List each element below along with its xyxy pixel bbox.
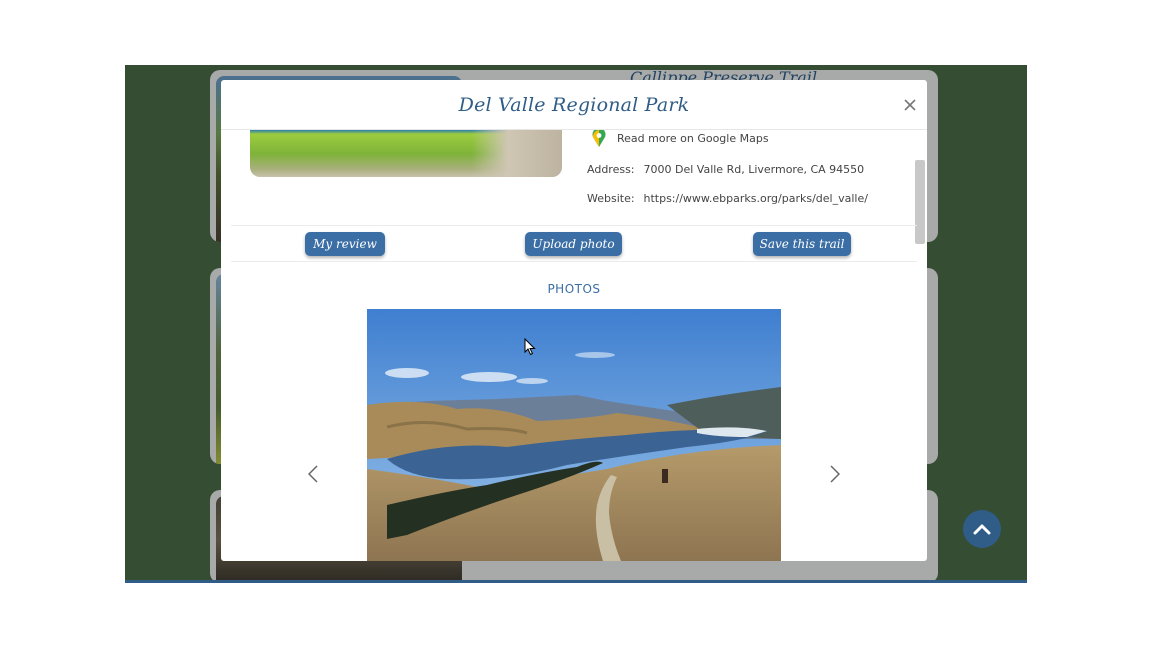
chevron-right-icon bbox=[830, 465, 840, 483]
close-icon bbox=[904, 99, 916, 111]
carousel-prev-button[interactable] bbox=[305, 464, 321, 484]
google-maps-link-text[interactable]: Read more on Google Maps bbox=[617, 132, 769, 145]
divider bbox=[231, 225, 917, 226]
page-bottom-bar bbox=[125, 580, 1027, 583]
photos-heading: PHOTOS bbox=[547, 282, 601, 296]
website-link[interactable]: https://www.ebparks.org/parks/del_valle/ bbox=[644, 192, 868, 205]
google-maps-link[interactable]: Read more on Google Maps bbox=[591, 130, 769, 148]
my-review-button[interactable]: My review bbox=[305, 232, 385, 256]
modal-title: Del Valle Regional Park bbox=[458, 93, 690, 116]
google-maps-pin-icon bbox=[592, 130, 606, 147]
park-photo[interactable] bbox=[367, 309, 781, 561]
divider bbox=[231, 261, 917, 262]
close-button[interactable] bbox=[901, 96, 919, 114]
chevron-left-icon bbox=[308, 465, 318, 483]
modal-header: Del Valle Regional Park bbox=[221, 80, 927, 130]
chevron-up-icon bbox=[973, 524, 991, 535]
address-label: Address: bbox=[587, 163, 635, 176]
modal-scrollbar-thumb[interactable] bbox=[915, 160, 925, 244]
address-value: 7000 Del Valle Rd, Livermore, CA 94550 bbox=[643, 163, 865, 176]
park-image bbox=[250, 130, 562, 177]
upload-photo-button[interactable]: Upload photo bbox=[525, 232, 622, 256]
carousel-next-button[interactable] bbox=[827, 464, 843, 484]
website-label: Website: bbox=[587, 192, 635, 205]
scroll-top-button[interactable] bbox=[963, 510, 1001, 548]
save-trail-button[interactable]: Save this trail bbox=[753, 232, 851, 256]
modal-body[interactable]: Read more on Google Maps Address: 7000 D… bbox=[221, 130, 927, 561]
website-row: Website: https://www.ebparks.org/parks/d… bbox=[587, 192, 868, 205]
mouse-cursor-icon bbox=[524, 338, 536, 356]
park-modal: Del Valle Regional Park Read more on Goo… bbox=[221, 80, 927, 561]
address-row: Address: 7000 Del Valle Rd, Livermore, C… bbox=[587, 163, 864, 176]
